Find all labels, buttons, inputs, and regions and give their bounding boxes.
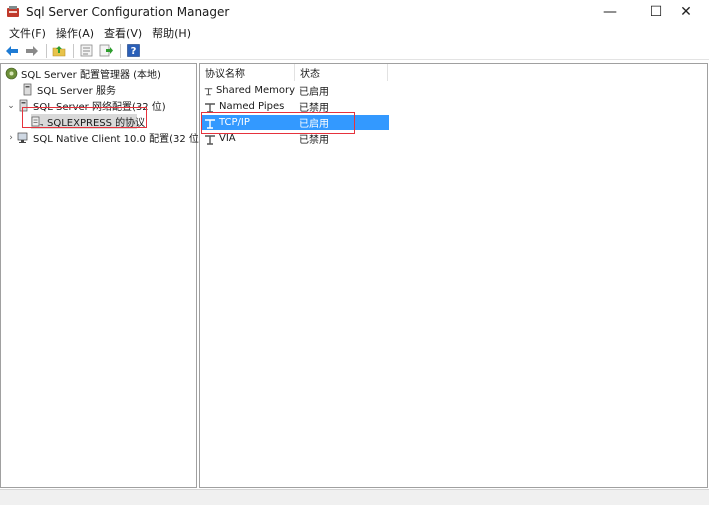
collapse-chevron-icon[interactable]: ⌄ bbox=[6, 101, 16, 111]
toolbar-separator bbox=[120, 43, 121, 58]
up-folder-icon bbox=[52, 46, 66, 57]
svg-text:?: ? bbox=[130, 46, 136, 57]
maximize-icon: ☐ bbox=[649, 4, 663, 20]
menu-view[interactable]: 查看(V) bbox=[99, 25, 147, 41]
back-button[interactable] bbox=[3, 43, 21, 59]
help-icon: ? bbox=[126, 44, 140, 57]
toolbar-separator bbox=[46, 43, 47, 58]
up-level-button[interactable] bbox=[50, 43, 68, 59]
export-list-button[interactable] bbox=[97, 43, 115, 59]
menu-file[interactable]: 文件(F) bbox=[4, 25, 51, 41]
tree-label: SQL Server 服务 bbox=[37, 86, 116, 97]
protocol-name: Named Pipes bbox=[219, 101, 285, 112]
close-icon: ✕ bbox=[680, 4, 692, 20]
annotation-highlight-box bbox=[22, 107, 147, 128]
column-header-status[interactable]: 状态 bbox=[295, 64, 388, 81]
services-icon bbox=[20, 83, 34, 96]
protocol-list-view: 协议名称 状态 Shared Memory 已启用 Named Pipes 已禁… bbox=[199, 63, 708, 488]
forward-arrow-icon bbox=[26, 45, 38, 56]
protocol-icon bbox=[204, 87, 213, 95]
list-row-shared-memory[interactable]: Shared Memory 已启用 bbox=[201, 83, 389, 98]
properties-icon bbox=[80, 44, 92, 57]
annotation-highlight-box bbox=[201, 112, 355, 134]
protocol-icon bbox=[205, 134, 215, 145]
back-arrow-icon bbox=[6, 45, 18, 56]
window-title: Sql Server Configuration Manager bbox=[26, 5, 230, 19]
protocol-name: Shared Memory bbox=[215, 85, 295, 96]
minimize-icon: — bbox=[603, 4, 617, 20]
export-icon bbox=[99, 44, 113, 57]
close-button[interactable]: ✕ bbox=[663, 0, 709, 24]
protocol-name: VIA bbox=[219, 133, 236, 144]
config-manager-icon bbox=[4, 67, 18, 80]
expand-chevron-icon[interactable]: › bbox=[6, 133, 16, 143]
tree-label: SQL Server 配置管理器 (本地) bbox=[21, 70, 161, 81]
menu-action[interactable]: 操作(A) bbox=[51, 25, 99, 41]
tree-item-native-client[interactable]: › SQL Native Client 10.0 配置(32 位) bbox=[6, 130, 203, 146]
title-bar: Sql Server Configuration Manager — ☐ ✕ bbox=[0, 0, 709, 24]
toolbar: ? bbox=[0, 42, 709, 60]
protocol-status: 已启用 bbox=[299, 87, 329, 98]
menu-help[interactable]: 帮助(H) bbox=[147, 25, 196, 41]
list-header: 协议名称 状态 bbox=[200, 64, 390, 81]
tree-item-root[interactable]: SQL Server 配置管理器 (本地) bbox=[4, 66, 161, 81]
column-header-protocol-name[interactable]: 协议名称 bbox=[200, 64, 295, 81]
status-bar bbox=[0, 489, 709, 505]
navigation-tree: SQL Server 配置管理器 (本地) SQL Server 服务 ⌄ SQ… bbox=[0, 63, 203, 488]
minimize-button[interactable]: — bbox=[587, 0, 633, 24]
sql-server-app-icon bbox=[7, 6, 19, 17]
menu-bar: 文件(F) 操作(A) 查看(V) 帮助(H) bbox=[0, 24, 709, 42]
config-manager-window: Sql Server Configuration Manager — ☐ ✕ 文… bbox=[0, 0, 709, 505]
tree-item-services[interactable]: SQL Server 服务 bbox=[20, 82, 116, 97]
forward-button[interactable] bbox=[23, 43, 41, 59]
toolbar-separator bbox=[73, 43, 74, 58]
native-client-icon bbox=[16, 131, 30, 144]
properties-button[interactable] bbox=[77, 43, 95, 59]
protocol-icon bbox=[205, 102, 215, 113]
tree-label: SQL Native Client 10.0 配置(32 位) bbox=[33, 134, 203, 145]
help-button[interactable]: ? bbox=[124, 43, 142, 59]
